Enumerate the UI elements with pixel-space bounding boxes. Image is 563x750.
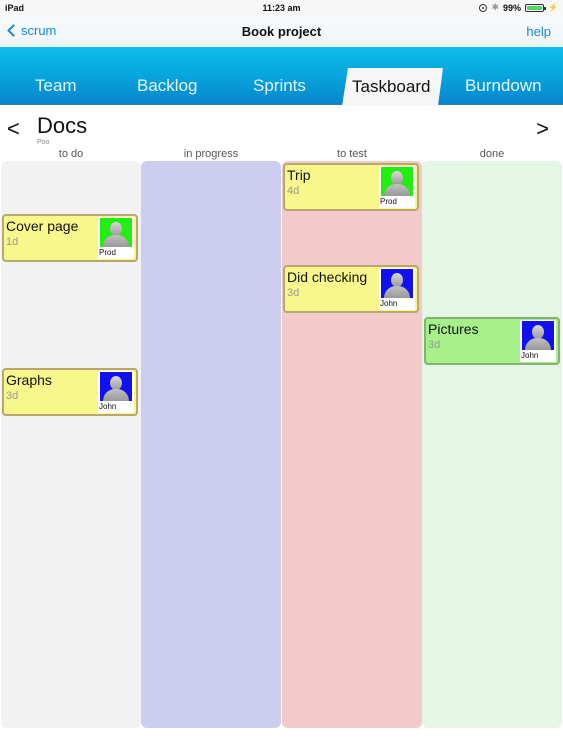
assignee-avatar: Prod xyxy=(379,166,415,208)
page-title: Book project xyxy=(241,24,322,39)
battery-percent: 99% xyxy=(503,2,522,13)
task-title: Pictures xyxy=(428,321,479,337)
tab-backlog[interactable]: Backlog xyxy=(137,76,197,96)
sprint-subtitle: Poo xyxy=(37,139,50,146)
column-to-test[interactable] xyxy=(282,161,422,728)
charging-icon: ⚡ xyxy=(548,3,558,12)
chevron-left-icon xyxy=(7,24,20,37)
tab-taskboard[interactable]: Taskboard xyxy=(342,68,443,106)
tab-burndown[interactable]: Burndown xyxy=(465,76,542,96)
person-icon xyxy=(522,321,554,350)
task-estimate: 3d xyxy=(428,339,441,351)
person-icon xyxy=(381,269,413,298)
column-in-progress[interactable] xyxy=(141,161,281,728)
task-card-trip[interactable]: Trip 4d Prod xyxy=(283,163,419,211)
task-card-pictures[interactable]: Pictures 3d John xyxy=(424,317,560,365)
taskboard-screen: iPad 11:23 am ✱ 99% ⚡ scrum Book project… xyxy=(0,0,563,750)
status-bar: iPad 11:23 am ✱ 99% ⚡ xyxy=(0,0,563,16)
column-done[interactable] xyxy=(422,161,562,728)
sprint-title: Docs xyxy=(37,113,88,138)
tab-team[interactable]: Team xyxy=(35,76,77,96)
assignee-avatar: Prod xyxy=(98,217,134,259)
status-icons: ✱ 99% ⚡ xyxy=(479,2,558,13)
assignee-avatar: John xyxy=(520,320,556,362)
task-title: Trip xyxy=(287,167,311,183)
person-icon xyxy=(100,372,132,401)
assignee-name: John xyxy=(521,351,539,360)
task-title: Graphs xyxy=(6,372,52,388)
column-header-in-progress: in progress xyxy=(183,148,239,160)
assignee-avatar: John xyxy=(379,268,415,310)
assignee-avatar: John xyxy=(98,371,134,413)
location-icon xyxy=(479,3,488,12)
assignee-name: Prod xyxy=(380,197,397,206)
task-estimate: 1d xyxy=(6,236,19,248)
column-header-done: done xyxy=(479,148,505,160)
back-button[interactable]: scrum xyxy=(6,23,56,38)
task-card-cover-page[interactable]: Cover page 1d Prod xyxy=(2,214,138,262)
task-estimate: 4d xyxy=(287,185,300,197)
task-estimate: 3d xyxy=(287,287,300,299)
person-icon xyxy=(100,218,132,247)
bluetooth-icon: ✱ xyxy=(491,2,500,12)
column-header-to-test: to test xyxy=(337,148,367,160)
tab-sprints[interactable]: Sprints xyxy=(253,76,306,96)
column-header-to-do: to do xyxy=(58,148,84,160)
battery-icon xyxy=(525,3,547,12)
navigation-bar: scrum Book project help xyxy=(0,16,563,47)
task-title: Cover page xyxy=(6,218,79,234)
tab-bar: Team Backlog Sprints Burndown xyxy=(0,47,563,105)
task-card-graphs[interactable]: Graphs 3d John xyxy=(2,368,138,416)
next-sprint-button[interactable]: > xyxy=(536,116,549,142)
back-label: scrum xyxy=(21,23,57,38)
assignee-name: Prod xyxy=(99,248,116,257)
person-icon xyxy=(381,167,413,196)
task-card-did-checking[interactable]: Did checking 3d John xyxy=(283,265,419,313)
tab-taskboard-label: Taskboard xyxy=(352,77,431,96)
help-button[interactable]: help xyxy=(526,24,551,39)
task-estimate: 3d xyxy=(6,390,19,402)
task-title: Did checking xyxy=(287,269,368,285)
assignee-name: John xyxy=(99,402,117,411)
assignee-name: John xyxy=(380,299,398,308)
previous-sprint-button[interactable]: < xyxy=(7,116,20,142)
